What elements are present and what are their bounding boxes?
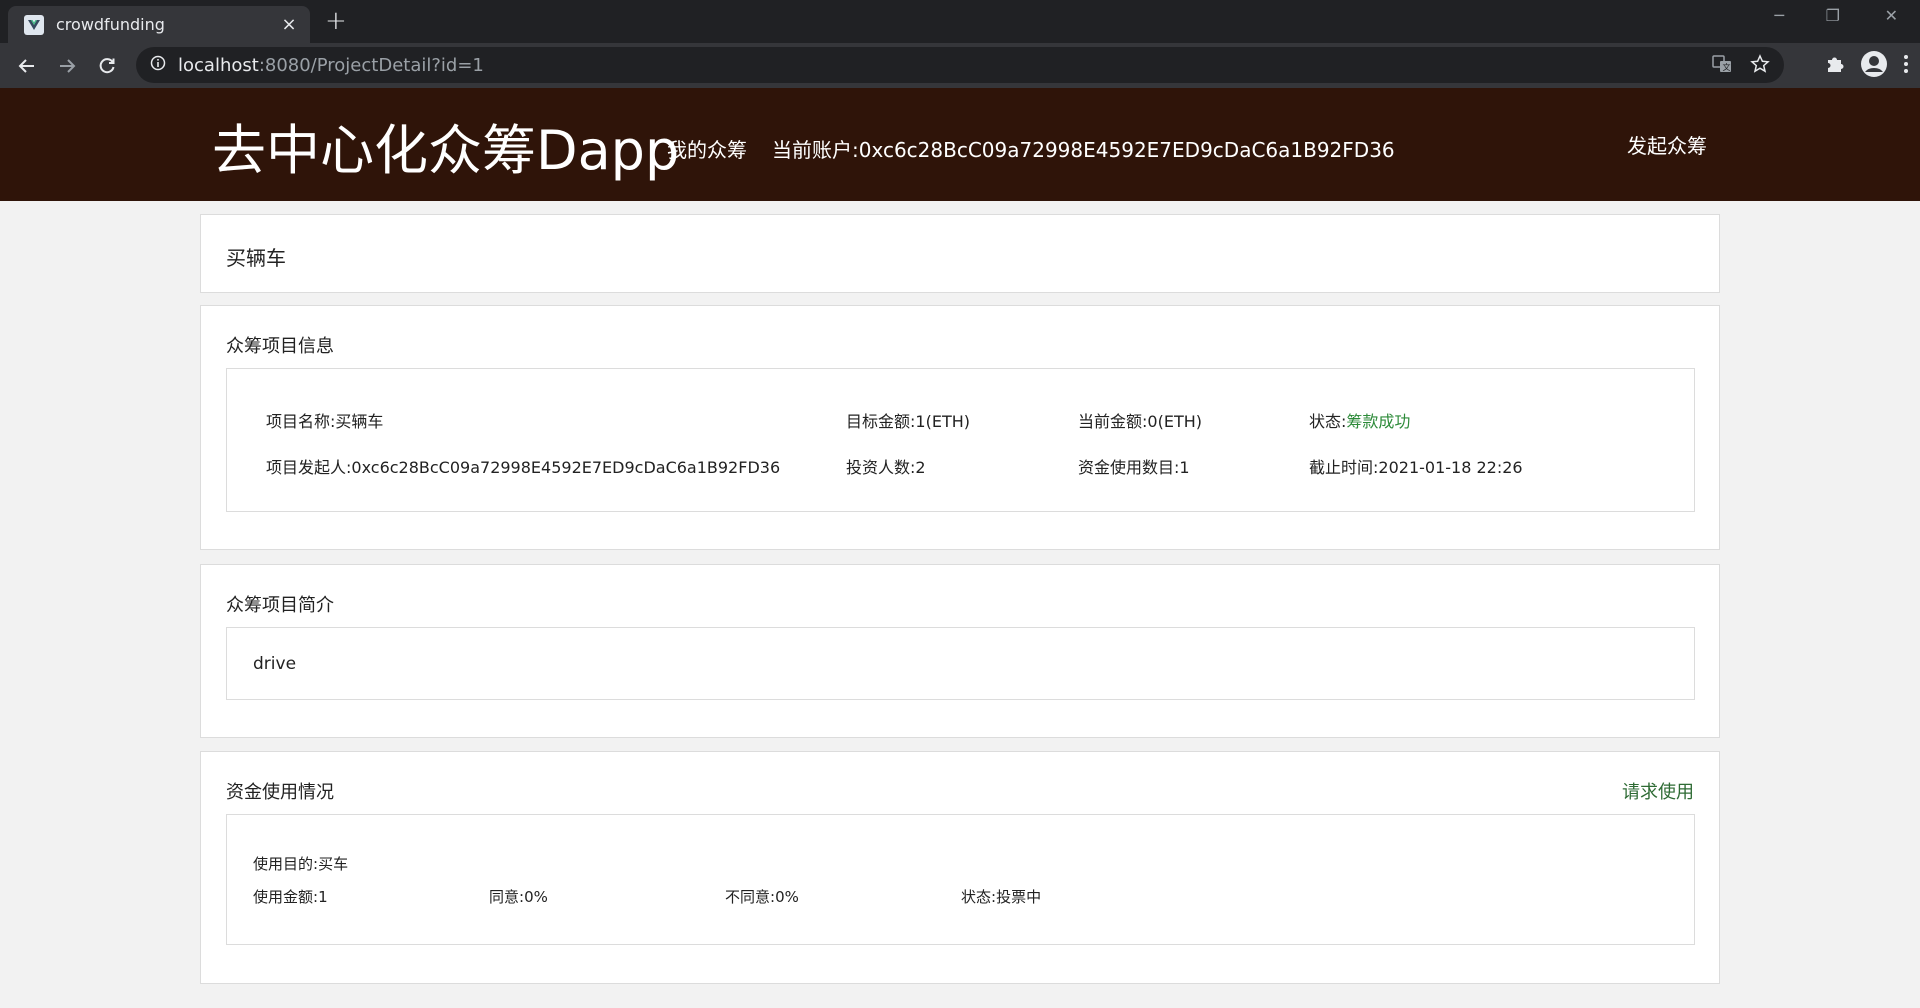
fund-usage-card: 资金使用情况 请求使用 使用目的:买车 使用金额:1 同意:0% 不同意:0% … [200, 751, 1720, 984]
new-tab-button[interactable]: + [325, 6, 347, 36]
investors-field: 投资人数:2 [846, 454, 926, 478]
window-close-icon[interactable]: ✕ [1885, 6, 1898, 25]
bookmark-star-icon[interactable] [1750, 54, 1770, 78]
request-use-link[interactable]: 请求使用 [1622, 778, 1694, 804]
disagree-field: 不同意:0% [725, 886, 799, 907]
value: 2 [915, 458, 926, 477]
info-icon[interactable] [150, 55, 166, 75]
intro-text: drive [253, 654, 297, 674]
current-amount-field: 当前金额:0(ETH) [1078, 408, 1202, 432]
current-account: 当前账户:0xc6c28BcC09a72998E4592E7ED9cDaC6a1… [772, 134, 1395, 163]
usage-item: 使用目的:买车 使用金额:1 同意:0% 不同意:0% 状态:投票中 [226, 814, 1695, 945]
account-label: 当前账户: [772, 138, 859, 162]
value: 买车 [318, 855, 349, 873]
value: 1(ETH) [915, 412, 970, 431]
label: 目标金额: [846, 412, 916, 431]
browser-tab[interactable]: crowdfunding × [8, 6, 310, 43]
tab-close-icon[interactable]: × [278, 14, 300, 35]
intro-section-title: 众筹项目简介 [226, 595, 334, 616]
browser-menu-icon[interactable] [1902, 53, 1910, 79]
minimize-icon[interactable]: ─ [1774, 6, 1784, 25]
label: 当前金额: [1078, 412, 1148, 431]
uses-count-field: 资金使用数目:1 [1078, 454, 1190, 478]
status-badge: 筹款成功 [1346, 412, 1411, 431]
label: 项目名称: [266, 412, 336, 431]
value: 买辆车 [335, 412, 384, 431]
label: 不同意: [725, 888, 776, 906]
url-text: localhost:8080/ProjectDetail?id=1 [178, 55, 484, 76]
label: 使用金额: [253, 888, 319, 906]
value: 投票中 [996, 888, 1042, 906]
browser-tabbar: crowdfunding × + ─ ❐ ✕ [0, 0, 1920, 43]
extensions-puzzle-icon[interactable] [1824, 53, 1846, 79]
label: 状态: [1309, 412, 1347, 431]
info-panel: 项目名称:买辆车 目标金额:1(ETH) 当前金额:0(ETH) 状态:筹款成功… [226, 368, 1695, 512]
initiator-field: 项目发起人:0xc6c28BcC09a72998E4592E7ED9cDaC6a… [266, 454, 780, 478]
back-arrow-icon[interactable] [7, 46, 47, 86]
vote-status-field: 状态:投票中 [961, 886, 1041, 907]
target-amount-field: 目标金额:1(ETH) [846, 408, 970, 432]
my-crowdfunding-link[interactable]: 我的众筹 [667, 134, 747, 163]
tab-title: crowdfunding [56, 15, 165, 34]
project-title: 买辆车 [226, 246, 286, 270]
project-name-field: 项目名称:买辆车 [266, 408, 383, 432]
deadline-field: 截止时间:2021-01-18 22:26 [1309, 454, 1523, 478]
forward-arrow-icon[interactable] [47, 46, 87, 86]
profile-avatar-icon[interactable] [1860, 50, 1888, 82]
project-info-card: 众筹项目信息 项目名称:买辆车 目标金额:1(ETH) 当前金额:0(ETH) … [200, 305, 1720, 550]
use-amount-field: 使用金额:1 [253, 886, 328, 907]
label: 投资人数: [846, 458, 916, 477]
account-address: 0xc6c28BcC09a72998E4592E7ED9cDaC6a1B92FD… [858, 138, 1395, 162]
value: 0(ETH) [1147, 412, 1202, 431]
label: 资金使用数目: [1078, 458, 1180, 477]
project-title-card: 买辆车 [200, 214, 1720, 293]
info-section-title: 众筹项目信息 [226, 336, 334, 357]
value: 0xc6c28BcC09a72998E4592E7ED9cDaC6a1B92FD… [351, 458, 781, 477]
label: 项目发起人: [266, 458, 352, 477]
value: 0% [524, 888, 548, 906]
favicon-icon [24, 14, 44, 35]
label: 状态: [961, 888, 997, 906]
value: 1 [318, 888, 328, 906]
launch-crowdfunding-link[interactable]: 发起众筹 [1627, 130, 1707, 159]
reload-icon[interactable] [87, 46, 127, 86]
restore-icon[interactable]: ❐ [1826, 6, 1840, 25]
value: 2021-01-18 22:26 [1378, 458, 1523, 477]
url-path: :8080/ProjectDetail?id=1 [258, 54, 484, 76]
url-host: localhost [178, 54, 259, 76]
site-brand[interactable]: 去中心化众筹Dapp [212, 106, 679, 185]
label: 使用目的: [253, 855, 319, 873]
site-header: 去中心化众筹Dapp 我的众筹 当前账户:0xc6c28BcC09a72998E… [0, 88, 1920, 201]
project-intro-card: 众筹项目简介 drive [200, 564, 1720, 738]
value: 1 [1179, 458, 1190, 477]
intro-panel: drive [226, 627, 1695, 700]
address-bar[interactable]: localhost:8080/ProjectDetail?id=1 文 [136, 47, 1784, 83]
value: 0% [775, 888, 799, 906]
agree-field: 同意:0% [489, 886, 548, 907]
browser-toolbar: localhost:8080/ProjectDetail?id=1 文 [0, 43, 1920, 88]
usage-section-title: 资金使用情况 [226, 782, 334, 803]
translate-icon[interactable]: 文 [1712, 54, 1732, 78]
label: 同意: [489, 888, 525, 906]
project-status-field: 状态:筹款成功 [1309, 408, 1410, 432]
purpose-field: 使用目的:买车 [253, 853, 348, 874]
label: 截止时间: [1309, 458, 1379, 477]
svg-text:文: 文 [1723, 62, 1731, 72]
